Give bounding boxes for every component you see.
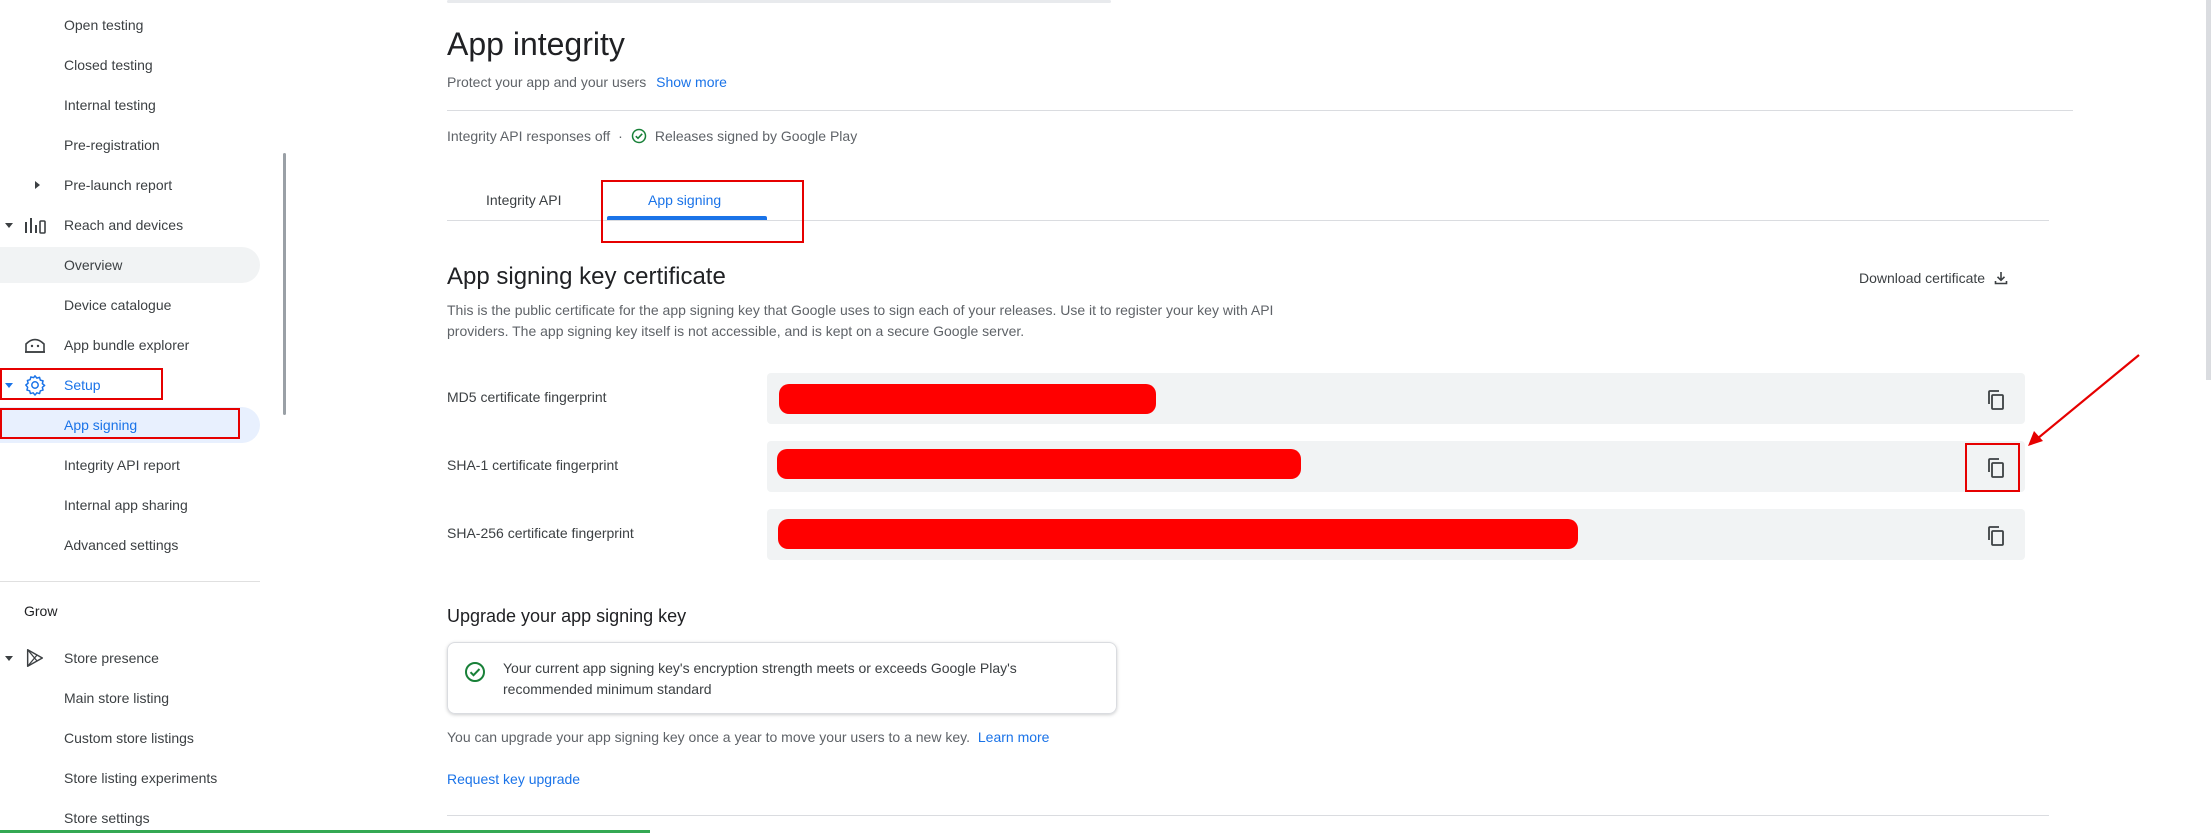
top-card-edge: [447, 0, 1111, 3]
sidebar-scrollbar[interactable]: [283, 153, 286, 415]
status-line: Integrity API responses off · Releases s…: [447, 128, 857, 144]
sidebar-divider: [0, 581, 260, 582]
page-subtitle: Protect your app and your users Show mor…: [447, 74, 727, 90]
upgrade-note-text: You can upgrade your app signing key onc…: [447, 729, 970, 745]
key-strength-card: Your current app signing key's encryptio…: [447, 642, 1117, 714]
redaction-mark: [778, 519, 1578, 549]
certificate-description: This is the public certificate for the a…: [447, 302, 1274, 339]
bar-chart-icon: [22, 212, 48, 238]
sidebar-section-label: Grow: [24, 603, 58, 619]
sidebar-item-label: Internal testing: [64, 97, 156, 113]
copy-md5-button[interactable]: [1980, 384, 2012, 416]
annotation-arrow: [2028, 354, 2140, 446]
key-strength-message: Your current app signing key's encryptio…: [503, 660, 1017, 697]
sha1-label: SHA-1 certificate fingerprint: [447, 457, 619, 473]
md5-label: MD5 certificate fingerprint: [447, 389, 607, 405]
check-circle-icon: [464, 661, 486, 688]
redaction-mark: [777, 449, 1301, 479]
sha256-label: SHA-256 certificate fingerprint: [447, 525, 634, 541]
sidebar-item-label: Overview: [64, 257, 123, 273]
learn-more-link[interactable]: Learn more: [978, 729, 1050, 745]
annotation-box-copy-sha1: [1965, 443, 2020, 492]
tab-integrity-api[interactable]: Integrity API: [486, 192, 561, 208]
md5-fingerprint-field: [767, 373, 2025, 424]
integrity-api-status: Integrity API responses off: [447, 128, 611, 144]
upgrade-note: You can upgrade your app signing key onc…: [447, 729, 1049, 745]
caret-right-icon[interactable]: [30, 178, 44, 192]
sidebar-item-label: Closed testing: [64, 57, 153, 73]
sha1-fingerprint-field: [767, 441, 2025, 492]
copy-sha256-button[interactable]: [1980, 520, 2012, 552]
app-bundle-icon: [22, 332, 48, 358]
download-certificate-label: Download certificate: [1859, 270, 1986, 286]
sidebar-item-label: Open testing: [64, 17, 144, 33]
show-more-link[interactable]: Show more: [656, 74, 727, 90]
sidebar-item-label: Store settings: [64, 810, 150, 826]
redaction-mark: [779, 384, 1156, 414]
page-title: App integrity: [447, 26, 625, 62]
sidebar-item-label: Internal app sharing: [64, 497, 188, 513]
request-key-upgrade-button[interactable]: Request key upgrade: [447, 771, 580, 787]
download-certificate-button[interactable]: Download certificate: [1859, 270, 2009, 286]
annotation-box-setup: [0, 368, 163, 400]
header-divider: [447, 110, 2073, 111]
sidebar-item-label: Device catalogue: [64, 297, 172, 313]
sidebar-item-label: Store listing experiments: [64, 770, 218, 786]
signing-status: Releases signed by Google Play: [654, 128, 858, 144]
copy-icon: [1985, 389, 2007, 411]
certificate-heading: App signing key certificate: [447, 263, 726, 290]
sidebar-item-label: Integrity API report: [64, 457, 180, 473]
download-icon: [1993, 270, 2009, 286]
annotation-box-app-signing: [0, 408, 240, 439]
upgrade-heading: Upgrade your app signing key: [447, 606, 687, 626]
subtitle-text: Protect your app and your users: [447, 74, 647, 90]
sha256-fingerprint-field: [767, 509, 2025, 560]
copy-icon: [1985, 525, 2007, 547]
caret-down-icon[interactable]: [2, 651, 16, 665]
sidebar-item-label: Custom store listings: [64, 730, 194, 746]
page-scrollbar[interactable]: [2206, 0, 2211, 380]
caret-down-icon[interactable]: [2, 218, 16, 232]
sidebar-item-label: Pre-launch report: [64, 177, 173, 193]
status-separator: ·: [618, 128, 623, 144]
sidebar-item-label: App bundle explorer: [64, 337, 190, 353]
sidebar-item-label: Main store listing: [64, 690, 170, 706]
sidebar-item-label: Advanced settings: [64, 537, 179, 553]
check-circle-icon: [631, 128, 647, 144]
section-divider: [447, 815, 2049, 816]
sidebar-item-label: Store presence: [64, 650, 159, 666]
play-store-icon: [22, 645, 48, 671]
sidebar-item-label: Reach and devices: [64, 217, 184, 233]
sidebar-hover-highlight: [0, 247, 260, 283]
sidebar-item-label: Pre-registration: [64, 137, 160, 153]
annotation-box-app-signing-tab: [601, 180, 804, 243]
